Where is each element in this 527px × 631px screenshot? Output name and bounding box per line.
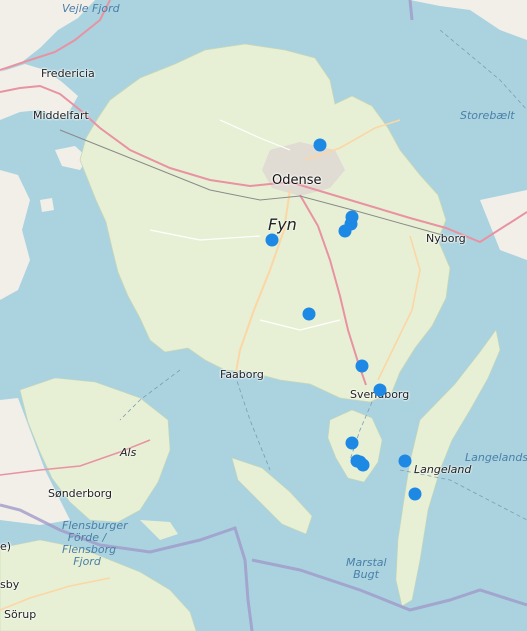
location-marker[interactable] [313,138,327,152]
islet [40,198,54,212]
langeland-land [395,329,501,607]
location-marker[interactable] [345,436,359,450]
germany-land [0,539,197,631]
location-marker[interactable] [353,455,367,469]
ferry-route [234,374,271,471]
border-top [408,0,414,21]
location-marker[interactable] [398,454,412,468]
border-maritime [251,558,527,612]
location-marker[interactable] [302,307,316,321]
ferry-route [439,29,527,111]
location-marker[interactable] [408,487,422,501]
location-marker[interactable] [265,233,279,247]
middelfart-land [0,64,78,120]
aero-land [231,457,313,535]
fyn-land [79,43,451,403]
jutland-west [0,170,30,300]
location-marker[interactable] [373,383,387,397]
islet [140,520,178,540]
zealand-edge [410,0,527,40]
location-marker[interactable] [355,359,369,373]
map-view[interactable]: Vejle Fjord Fredericia Middelfart Storeb… [0,0,527,631]
map-canvas [0,0,527,631]
location-marker[interactable] [338,224,352,238]
sprogo-edge [480,190,527,260]
